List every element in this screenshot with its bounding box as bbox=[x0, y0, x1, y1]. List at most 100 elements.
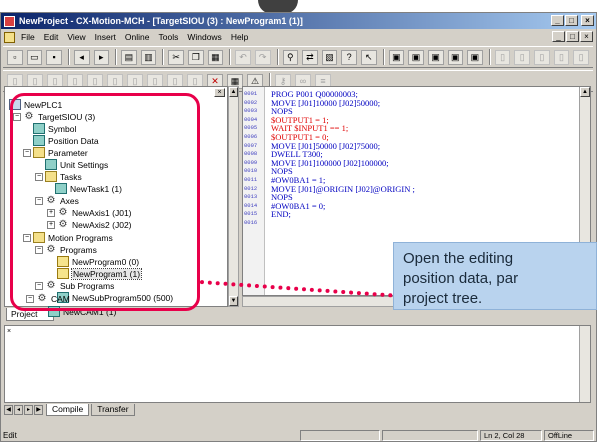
menu-insert[interactable]: Insert bbox=[95, 32, 116, 42]
replace-icon[interactable]: ⇄ bbox=[302, 49, 318, 65]
status-cell bbox=[382, 430, 478, 441]
undo-icon[interactable]: ↶ bbox=[235, 49, 251, 65]
back-icon[interactable]: ◂ bbox=[73, 49, 90, 65]
line-number: 0008 bbox=[244, 150, 258, 158]
preview-icon[interactable]: ▤ bbox=[121, 49, 137, 65]
window-4-icon[interactable]: ▣ bbox=[447, 49, 464, 65]
menu-bar: File Edit View Insert Online Tools Windo… bbox=[1, 29, 596, 45]
line-number: 0007 bbox=[244, 141, 258, 149]
window-1-icon[interactable]: ▣ bbox=[388, 49, 405, 65]
redo-icon[interactable]: ↷ bbox=[254, 49, 271, 65]
mdi-controls: _ □ × bbox=[552, 31, 593, 42]
toolbar-separator bbox=[382, 49, 385, 65]
tree-scrollbar[interactable]: ▲ ▼ bbox=[228, 86, 239, 307]
line-number: 0009 bbox=[244, 158, 258, 166]
cut-icon[interactable]: ✂ bbox=[168, 49, 184, 65]
output-scrollbar[interactable] bbox=[579, 326, 590, 402]
output-tab-bar: ◀ ◂ ▸ ▶ Compile Transfer bbox=[4, 403, 591, 416]
callout-line-2: position data, par bbox=[403, 270, 519, 287]
line-number: 0012 bbox=[244, 184, 258, 192]
save-icon[interactable]: ▪ bbox=[46, 49, 62, 65]
line-number: 0010 bbox=[244, 167, 258, 175]
toolbar-separator bbox=[276, 49, 279, 65]
callout-line-3: project tree. bbox=[403, 290, 483, 307]
window-title: NewProject - CX-Motion-MCH - [TargetSIOU… bbox=[19, 16, 303, 26]
code-line[interactable]: END; bbox=[271, 209, 291, 219]
help-icon[interactable]: ? bbox=[341, 49, 357, 65]
line-number: 0004 bbox=[244, 115, 258, 123]
app-icon bbox=[4, 15, 15, 27]
menu-view[interactable]: View bbox=[67, 32, 85, 42]
tab-transfer[interactable]: Transfer bbox=[91, 403, 135, 416]
standard-toolbar: ▫ ▭ ▪ ◂ ▸ ▤ ▥ ✂ ❐ ▦ ↶ ↷ ⚲ ⇄ ▧ ? ↖ ▣ ▣ ▣ … bbox=[3, 46, 593, 68]
menu-help[interactable]: Help bbox=[231, 32, 248, 42]
mdi-restore-button[interactable]: □ bbox=[566, 31, 579, 42]
status-mode: OffLine bbox=[544, 430, 594, 441]
line-number: 0013 bbox=[244, 193, 258, 201]
download-icon[interactable]: ▯ bbox=[514, 49, 530, 65]
toolbar-separator bbox=[115, 49, 118, 65]
maximize-button[interactable]: □ bbox=[565, 15, 578, 26]
line-number: 0011 bbox=[244, 176, 258, 183]
menu-windows[interactable]: Windows bbox=[187, 32, 221, 42]
prev-tab-icon[interactable]: ◂ bbox=[14, 404, 23, 415]
line-number: 0015 bbox=[244, 210, 258, 218]
pane-controls: × bbox=[214, 88, 225, 97]
line-number-gutter: 0001 0002 0003 0004 0005 0006 0007 0008 0009 0010… bbox=[243, 87, 265, 295]
window-2-icon[interactable]: ▣ bbox=[408, 49, 424, 65]
menu-online[interactable]: Online bbox=[125, 32, 150, 42]
line-number: 0006 bbox=[244, 133, 258, 140]
last-tab-icon[interactable]: ▶ bbox=[34, 404, 43, 415]
tree-highlight-frame bbox=[10, 93, 200, 311]
mdi-close-button[interactable]: × bbox=[580, 31, 593, 42]
line-number: 0002 bbox=[244, 98, 258, 106]
menu-tools[interactable]: Tools bbox=[158, 32, 178, 42]
output-close-icon[interactable]: × bbox=[7, 328, 15, 336]
menu-edit[interactable]: Edit bbox=[44, 32, 59, 42]
toolbar-separator bbox=[67, 49, 70, 65]
title-bar: NewProject - CX-Motion-MCH - [TargetSIOU… bbox=[1, 13, 596, 29]
scroll-down-icon[interactable]: ▼ bbox=[229, 296, 238, 306]
open-icon[interactable]: ▭ bbox=[26, 49, 43, 65]
scroll-up-icon[interactable]: ▲ bbox=[229, 87, 238, 97]
line-number: 0001 bbox=[244, 90, 258, 97]
first-tab-icon[interactable]: ◀ bbox=[4, 404, 13, 415]
tab-compile[interactable]: Compile bbox=[46, 403, 90, 416]
context-help-icon[interactable]: ↖ bbox=[361, 49, 377, 65]
window-5-icon[interactable]: ▣ bbox=[467, 49, 483, 65]
copy-icon[interactable]: ❐ bbox=[188, 49, 204, 65]
online-icon[interactable]: ▯ bbox=[494, 49, 511, 65]
paste-icon[interactable]: ▦ bbox=[207, 49, 224, 65]
status-bar: Edit Ln 2, Col 28 OffLine bbox=[0, 430, 595, 441]
output-window: × bbox=[4, 325, 591, 403]
upload-icon[interactable]: ▯ bbox=[534, 49, 550, 65]
callout-box: Open the editing position data, par proj… bbox=[393, 242, 597, 310]
window-controls: _ □ × bbox=[551, 15, 594, 26]
find-icon[interactable]: ⚲ bbox=[282, 49, 299, 65]
toolbar-separator bbox=[229, 49, 232, 65]
window-3-icon[interactable]: ▣ bbox=[427, 49, 444, 65]
pane-close-icon[interactable]: × bbox=[214, 88, 225, 97]
line-number: 0003 bbox=[244, 107, 258, 115]
status-position: Ln 2, Col 28 bbox=[480, 430, 542, 441]
document-icon[interactable] bbox=[4, 31, 15, 43]
properties-icon[interactable]: ▧ bbox=[321, 49, 338, 65]
minimize-button[interactable]: _ bbox=[551, 15, 564, 26]
monitor-icon[interactable]: ▯ bbox=[573, 49, 589, 65]
toolbar-separator bbox=[162, 49, 165, 65]
close-button[interactable]: × bbox=[581, 15, 594, 26]
menu-file[interactable]: File bbox=[21, 32, 35, 42]
new-icon[interactable]: ▫ bbox=[7, 49, 23, 65]
line-number: 0016 bbox=[244, 219, 258, 226]
forward-icon[interactable]: ▸ bbox=[93, 49, 110, 65]
status-cell bbox=[300, 430, 380, 441]
mdi-minimize-button[interactable]: _ bbox=[552, 31, 565, 42]
line-number: 0014 bbox=[244, 201, 258, 209]
line-number: 0005 bbox=[244, 124, 258, 132]
status-text: Edit bbox=[3, 431, 17, 440]
print-icon[interactable]: ▥ bbox=[140, 49, 157, 65]
next-tab-icon[interactable]: ▸ bbox=[24, 404, 33, 415]
callout-line-1: Open the editing bbox=[403, 250, 514, 267]
scroll-up-icon[interactable]: ▲ bbox=[580, 87, 590, 97]
compare-icon[interactable]: ▯ bbox=[553, 49, 570, 65]
